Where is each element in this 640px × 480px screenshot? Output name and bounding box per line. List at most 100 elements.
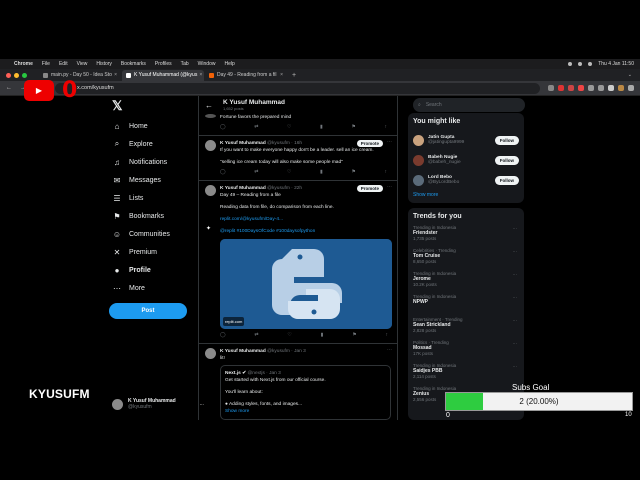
tweet-hashtags[interactable]: @replit #100DaysOfCode #100daysofpython bbox=[220, 228, 392, 235]
nav-item-explore[interactable]: ⌕ Explore bbox=[112, 135, 170, 153]
battery-icon[interactable] bbox=[588, 62, 593, 66]
menu-window[interactable]: Window bbox=[198, 61, 216, 67]
tweet[interactable]: K Yusuf Muhammad @kyusufm · 22h Day 49 –… bbox=[199, 181, 397, 344]
extension-icon[interactable] bbox=[568, 85, 574, 91]
tweet-more-icon[interactable]: ⋯ bbox=[387, 139, 392, 145]
menubar-clock[interactable]: Thu 4 Jan 11:50 bbox=[598, 61, 634, 67]
nav-item-communities[interactable]: ☺ Communities bbox=[112, 225, 170, 243]
share-icon[interactable]: ↑ bbox=[384, 169, 387, 176]
menu-tab[interactable]: Tab bbox=[181, 61, 189, 67]
tweet-more-icon[interactable]: ⋯ bbox=[387, 347, 392, 353]
close-window-button[interactable] bbox=[6, 72, 11, 78]
tweet[interactable]: K Yusuf Muhammad @kyusufm · 16h If you w… bbox=[199, 136, 397, 181]
menu-view[interactable]: View bbox=[77, 61, 88, 67]
like-icon[interactable]: ♡ bbox=[287, 169, 291, 176]
trend-item[interactable]: Celebrities · Trending Tom Cruise 8,650 po… bbox=[413, 248, 519, 271]
account-switcher[interactable]: K Yusuf Muhammad @kyusufm ... bbox=[112, 398, 204, 410]
show-more-link[interactable]: Show more bbox=[225, 408, 386, 415]
tab-search-chevron-icon[interactable]: ⌄ bbox=[628, 72, 632, 78]
bookmark-star-icon[interactable] bbox=[548, 85, 554, 91]
tweet-more-icon[interactable]: ⋯ bbox=[387, 184, 392, 190]
reply-icon[interactable]: ◯ bbox=[220, 332, 226, 339]
kebab-menu-icon[interactable] bbox=[628, 85, 634, 91]
views-icon[interactable]: ▮ bbox=[321, 332, 324, 339]
extension-icon[interactable] bbox=[578, 85, 584, 91]
nav-item-home[interactable]: ⌂ Home bbox=[112, 117, 170, 135]
menu-file[interactable]: File bbox=[42, 61, 50, 67]
suggested-user[interactable]: Jatin Gupta @jatingupta9999 Follow bbox=[413, 130, 519, 150]
follow-button[interactable]: Follow bbox=[494, 175, 519, 185]
back-arrow-icon[interactable]: ← bbox=[6, 85, 12, 91]
follow-button[interactable]: Follow bbox=[494, 135, 519, 145]
menu-help[interactable]: Help bbox=[224, 61, 234, 67]
post-button[interactable]: Post bbox=[109, 303, 187, 319]
zoom-window-button[interactable] bbox=[22, 72, 27, 78]
trend-more-icon[interactable]: ⋯ bbox=[513, 364, 518, 370]
x-logo-icon[interactable]: 𝕏 bbox=[112, 98, 122, 114]
minimize-window-button[interactable] bbox=[14, 72, 19, 78]
search-input[interactable]: ⌕ Search bbox=[413, 98, 525, 112]
trend-item[interactable]: Entertainment · Trending Sean Strickland 2… bbox=[413, 317, 519, 340]
menu-chrome[interactable]: Chrome bbox=[14, 61, 33, 67]
trend-item[interactable]: Trending in Indonesia Jerome 10.2K posts ⋯ bbox=[413, 271, 519, 294]
sidepanel-icon[interactable] bbox=[608, 85, 614, 91]
nav-item-bookmarks[interactable]: ⚑ Bookmarks bbox=[112, 207, 170, 225]
browser-tab-active[interactable]: K Yusuf Muhammad (@kyus × bbox=[122, 69, 204, 81]
suggested-user[interactable]: Babeh Nugie @babeh_nugie Follow bbox=[413, 150, 519, 170]
bookmark-icon[interactable]: ⚑ bbox=[351, 169, 355, 176]
retweet-icon[interactable]: ⇄ bbox=[254, 124, 258, 131]
views-icon[interactable]: ▮ bbox=[320, 169, 323, 176]
tweet[interactable]: Fortune favors the prepared mind ◯ ⇄ ♡ ▮… bbox=[199, 114, 397, 136]
trend-more-icon[interactable]: ⋯ bbox=[513, 272, 518, 278]
puzzle-icon[interactable] bbox=[598, 85, 604, 91]
nav-item-messages[interactable]: ✉ Messages bbox=[112, 171, 170, 189]
status-icon[interactable] bbox=[568, 62, 573, 66]
trend-more-icon[interactable]: ⋯ bbox=[513, 341, 518, 347]
trend-more-icon[interactable]: ⋯ bbox=[513, 318, 518, 324]
retweet-icon[interactable]: ⇄ bbox=[254, 332, 258, 339]
browser-tab[interactable]: Day 49 - Reading from a fil × bbox=[205, 70, 287, 81]
new-tab-button[interactable]: + bbox=[292, 72, 296, 79]
retweet-icon[interactable]: ⇄ bbox=[254, 169, 258, 176]
quoted-tweet[interactable]: Next.js ✔ @nextjs · Jan 3 Get started wi… bbox=[220, 365, 391, 420]
trend-more-icon[interactable]: ⋯ bbox=[513, 249, 518, 255]
bookmark-icon[interactable]: ⚑ bbox=[351, 124, 355, 131]
menu-history[interactable]: History bbox=[96, 61, 112, 67]
nav-item-profile[interactable]: ● Profile bbox=[112, 261, 170, 279]
link-card-image[interactable]: replit.com bbox=[220, 239, 392, 329]
extension-icon[interactable] bbox=[588, 85, 594, 91]
tab-close-icon[interactable]: × bbox=[197, 72, 202, 78]
nav-item-more[interactable]: ⋯ More bbox=[112, 279, 170, 297]
tab-close-icon[interactable]: × bbox=[278, 72, 283, 78]
trend-item[interactable]: Politics · Trending Mossad 17K posts ⋯ bbox=[413, 340, 519, 363]
promote-button[interactable]: Promote bbox=[356, 140, 383, 147]
trend-item[interactable]: Trending in Indonesia Saidjes PBB 2,114 po… bbox=[413, 363, 519, 386]
suggested-user[interactable]: Lord Bebo @ByLordBebo Follow bbox=[413, 170, 519, 190]
bookmark-icon[interactable]: ⚑ bbox=[352, 332, 356, 339]
trend-more-icon[interactable]: ⋯ bbox=[513, 226, 518, 232]
tweet[interactable]: K Yusuf Muhammad @kyusufm · Jan 3 lit! N… bbox=[199, 344, 397, 420]
nav-item-premium[interactable]: ✕ Premium bbox=[112, 243, 170, 261]
address-bar[interactable]: x.com/kyusufm bbox=[55, 82, 540, 94]
share-icon[interactable]: ↑ bbox=[384, 124, 387, 131]
trend-item[interactable]: Trending in Indonesia Friendster 1,735 pos… bbox=[413, 225, 519, 248]
trend-item[interactable]: Trending in Indonesia NPWP ⋯ bbox=[413, 294, 519, 317]
like-icon[interactable]: ♡ bbox=[287, 332, 291, 339]
menu-edit[interactable]: Edit bbox=[59, 61, 68, 67]
menu-profiles[interactable]: Profiles bbox=[155, 61, 172, 67]
nav-item-notifications[interactable]: ♫ Notifications bbox=[112, 153, 170, 171]
tweet-link[interactable]: replit.com/@kyusufm/Day-4... bbox=[220, 216, 392, 223]
follow-button[interactable]: Follow bbox=[494, 155, 519, 165]
browser-tab[interactable]: main.py - Day 50 - Idea Sto × bbox=[39, 70, 121, 81]
nav-item-lists[interactable]: ☰ Lists bbox=[112, 189, 170, 207]
like-icon[interactable]: ♡ bbox=[287, 124, 291, 131]
show-more-link[interactable]: Show more bbox=[413, 192, 519, 198]
extension-icon[interactable] bbox=[558, 85, 564, 91]
promote-button[interactable]: Promote bbox=[356, 185, 383, 192]
share-icon[interactable]: ↑ bbox=[385, 332, 388, 339]
reply-icon[interactable]: ◯ bbox=[220, 169, 226, 176]
menu-bookmarks[interactable]: Bookmarks bbox=[121, 61, 146, 67]
wifi-icon[interactable] bbox=[578, 62, 583, 66]
profile-avatar-icon[interactable] bbox=[618, 85, 624, 91]
tab-close-icon[interactable]: × bbox=[112, 72, 117, 78]
